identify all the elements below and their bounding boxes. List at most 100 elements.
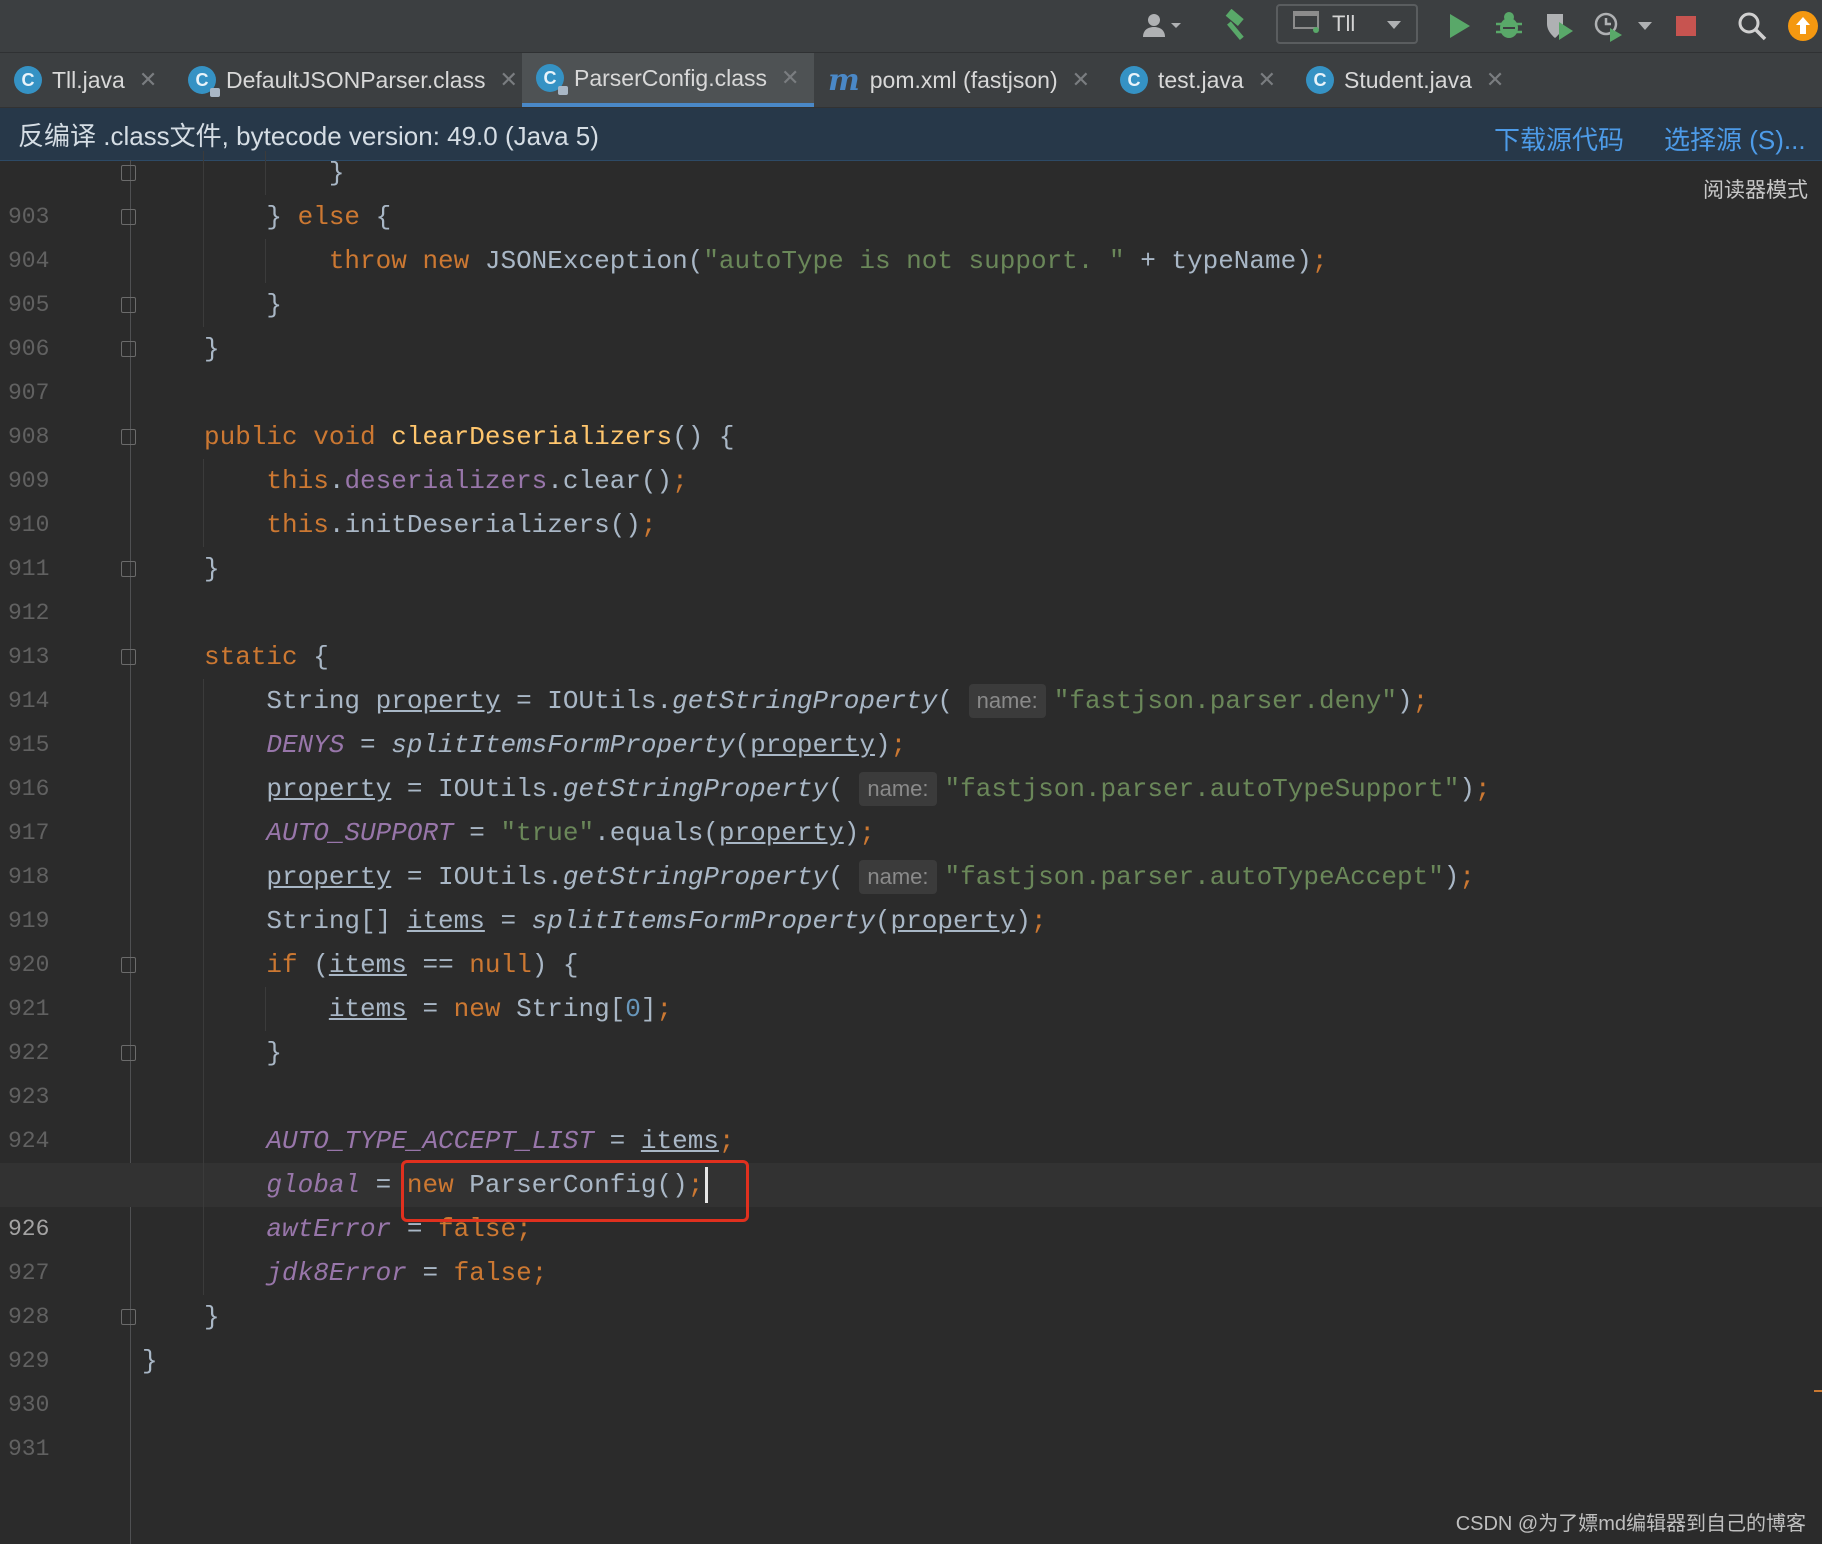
code-line: 916 DENYS = splitItemsFormProperty(prope… xyxy=(0,723,1822,802)
fold-end-icon[interactable] xyxy=(121,297,136,313)
tab-tll-java[interactable]: C Tll.java ✕ xyxy=(0,53,168,107)
code-text: DENYS = splitItemsFormProperty(property)… xyxy=(266,730,907,760)
code-text: this.initDeserializers(); xyxy=(266,510,657,540)
scrollbar-marker[interactable] xyxy=(1814,1390,1822,1392)
run-options-chevron-icon[interactable] xyxy=(1630,0,1660,52)
fold-end-icon[interactable] xyxy=(121,341,136,357)
chevron-down-icon xyxy=(1385,11,1403,37)
code-text: AUTO_SUPPORT = "true".equals(property); xyxy=(266,818,875,848)
tab-label: Student.java xyxy=(1344,66,1472,93)
parameter-hint: name: xyxy=(968,684,1046,718)
fold-toggle-icon[interactable] xyxy=(121,957,136,973)
line-number: 931 xyxy=(8,1436,50,1462)
code-line: 910 this.deserializers.clear(); xyxy=(0,459,1822,538)
code-line: 907 } xyxy=(0,327,1822,406)
maven-icon: m xyxy=(828,62,860,98)
highlight-annotation-box xyxy=(401,1160,749,1222)
tab-test-java[interactable]: C test.java ✕ xyxy=(1106,53,1292,107)
close-icon[interactable]: ✕ xyxy=(1072,67,1090,93)
code-line: 921 if (items == null) { xyxy=(0,943,1822,1022)
parameter-hint: name: xyxy=(859,860,937,894)
code-line: 905 throw new JSONException("autoType is… xyxy=(0,239,1822,318)
code-line: 922 items = new String[0]; xyxy=(0,987,1822,1066)
tab-label: test.java xyxy=(1158,66,1244,93)
code-text: } xyxy=(204,290,283,320)
code-line: 929 } xyxy=(0,1295,1822,1374)
code-line: 915 String property = IOUtils.getStringP… xyxy=(0,679,1822,758)
class-icon: C xyxy=(14,66,42,94)
code-line: 923 } xyxy=(0,1031,1822,1110)
code-text: } else { xyxy=(204,202,392,232)
tab-label: ParserConfig.class xyxy=(574,64,768,91)
code-text: property = IOUtils.getStringProperty( na… xyxy=(266,860,1476,894)
fold-toggle-icon[interactable] xyxy=(121,649,136,665)
run-configuration-select[interactable]: Tll xyxy=(1276,4,1418,44)
code-text: static { xyxy=(204,642,329,672)
fold-toggle-icon[interactable] xyxy=(121,429,136,445)
code-line: 911 this.initDeserializers(); xyxy=(0,503,1822,582)
close-icon[interactable]: ✕ xyxy=(781,65,799,91)
code-text: } xyxy=(204,554,220,584)
tab-label: DefaultJSONParser.class xyxy=(226,66,486,93)
code-line: 909 public void clearDeserializers() { xyxy=(0,415,1822,494)
code-text: jdk8Error = false; xyxy=(266,1258,548,1288)
code-text: } xyxy=(142,1346,158,1376)
build-hammer-icon[interactable] xyxy=(1214,0,1258,52)
code-line: 930 } xyxy=(0,1339,1822,1418)
parameter-hint: name: xyxy=(859,772,937,806)
code-text: property = IOUtils.getStringProperty( na… xyxy=(266,772,1491,806)
debug-icon[interactable] xyxy=(1488,0,1530,52)
locked-class-icon: C xyxy=(536,64,568,95)
user-icon[interactable] xyxy=(1134,0,1190,52)
tab-parserconfig-class[interactable]: C ParserConfig.class ✕ xyxy=(522,53,814,107)
code-text: public void clearDeserializers() { xyxy=(204,422,735,452)
class-icon: C xyxy=(1120,66,1148,94)
code-line: 904 } else { xyxy=(0,195,1822,274)
code-line: 924 xyxy=(0,1075,1822,1154)
fold-end-icon[interactable] xyxy=(121,1045,136,1061)
code-line: 925 AUTO_TYPE_ACCEPT_LIST = items; xyxy=(0,1119,1822,1198)
tab-pom-xml[interactable]: m pom.xml (fastjson) ✕ xyxy=(814,53,1104,107)
class-icon: C xyxy=(1306,66,1334,94)
code-text: items = new String[0]; xyxy=(328,994,673,1024)
main-toolbar: Tll xyxy=(0,0,1822,53)
code-text: String[] items = splitItemsFormProperty(… xyxy=(204,906,1047,936)
code-line: 927 awtError = false; xyxy=(0,1207,1822,1286)
code-line: 906 } xyxy=(0,283,1822,362)
fold-end-icon[interactable] xyxy=(121,165,136,181)
code-line-current: 926 global = new ParserConfig(); xyxy=(0,1163,1822,1242)
run-config-label: Tll xyxy=(1332,11,1356,36)
fold-end-icon[interactable] xyxy=(121,1309,136,1325)
code-line: 917 property = IOUtils.getStringProperty… xyxy=(0,767,1822,846)
watermark: CSDN @为了嫖md编辑器到自己的博客 xyxy=(1455,1513,1806,1535)
code-line: 903 } xyxy=(0,151,1822,230)
search-icon[interactable] xyxy=(1732,0,1772,52)
fold-end-icon[interactable] xyxy=(121,561,136,577)
code-text: AUTO_TYPE_ACCEPT_LIST = items; xyxy=(266,1126,735,1156)
run-config-window-icon xyxy=(1292,9,1320,39)
code-line: 931 xyxy=(0,1383,1822,1462)
code-text: String property = IOUtils.getStringPrope… xyxy=(204,684,1429,718)
code-line: 928 jdk8Error = false; xyxy=(0,1251,1822,1330)
code-text: } xyxy=(204,1302,220,1332)
tab-student-java[interactable]: C Student.java ✕ xyxy=(1292,53,1522,107)
profiler-icon[interactable] xyxy=(1588,0,1628,52)
coverage-icon[interactable] xyxy=(1538,0,1580,52)
close-icon[interactable]: ✕ xyxy=(139,67,157,93)
code-text: } xyxy=(204,158,345,188)
update-icon[interactable] xyxy=(1784,0,1822,52)
close-icon[interactable]: ✕ xyxy=(499,67,517,93)
run-icon[interactable] xyxy=(1440,0,1478,52)
code-line: 912 } xyxy=(0,547,1822,626)
code-text: } xyxy=(204,1038,283,1068)
code-line: 919 property = IOUtils.getStringProperty… xyxy=(0,855,1822,934)
editor-tab-bar: C Tll.java ✕ C DefaultJSONParser.class ✕… xyxy=(0,53,1822,108)
tab-defaultjsonparser-class[interactable]: C DefaultJSONParser.class ✕ xyxy=(174,53,518,107)
code-text: throw new JSONException("autoType is not… xyxy=(328,246,1328,276)
code-text: } xyxy=(204,334,220,364)
stop-icon[interactable] xyxy=(1670,0,1702,52)
code-line: 908 xyxy=(0,371,1822,450)
close-icon[interactable]: ✕ xyxy=(1258,67,1276,93)
close-icon[interactable]: ✕ xyxy=(1486,67,1504,93)
fold-toggle-icon[interactable] xyxy=(121,209,136,225)
